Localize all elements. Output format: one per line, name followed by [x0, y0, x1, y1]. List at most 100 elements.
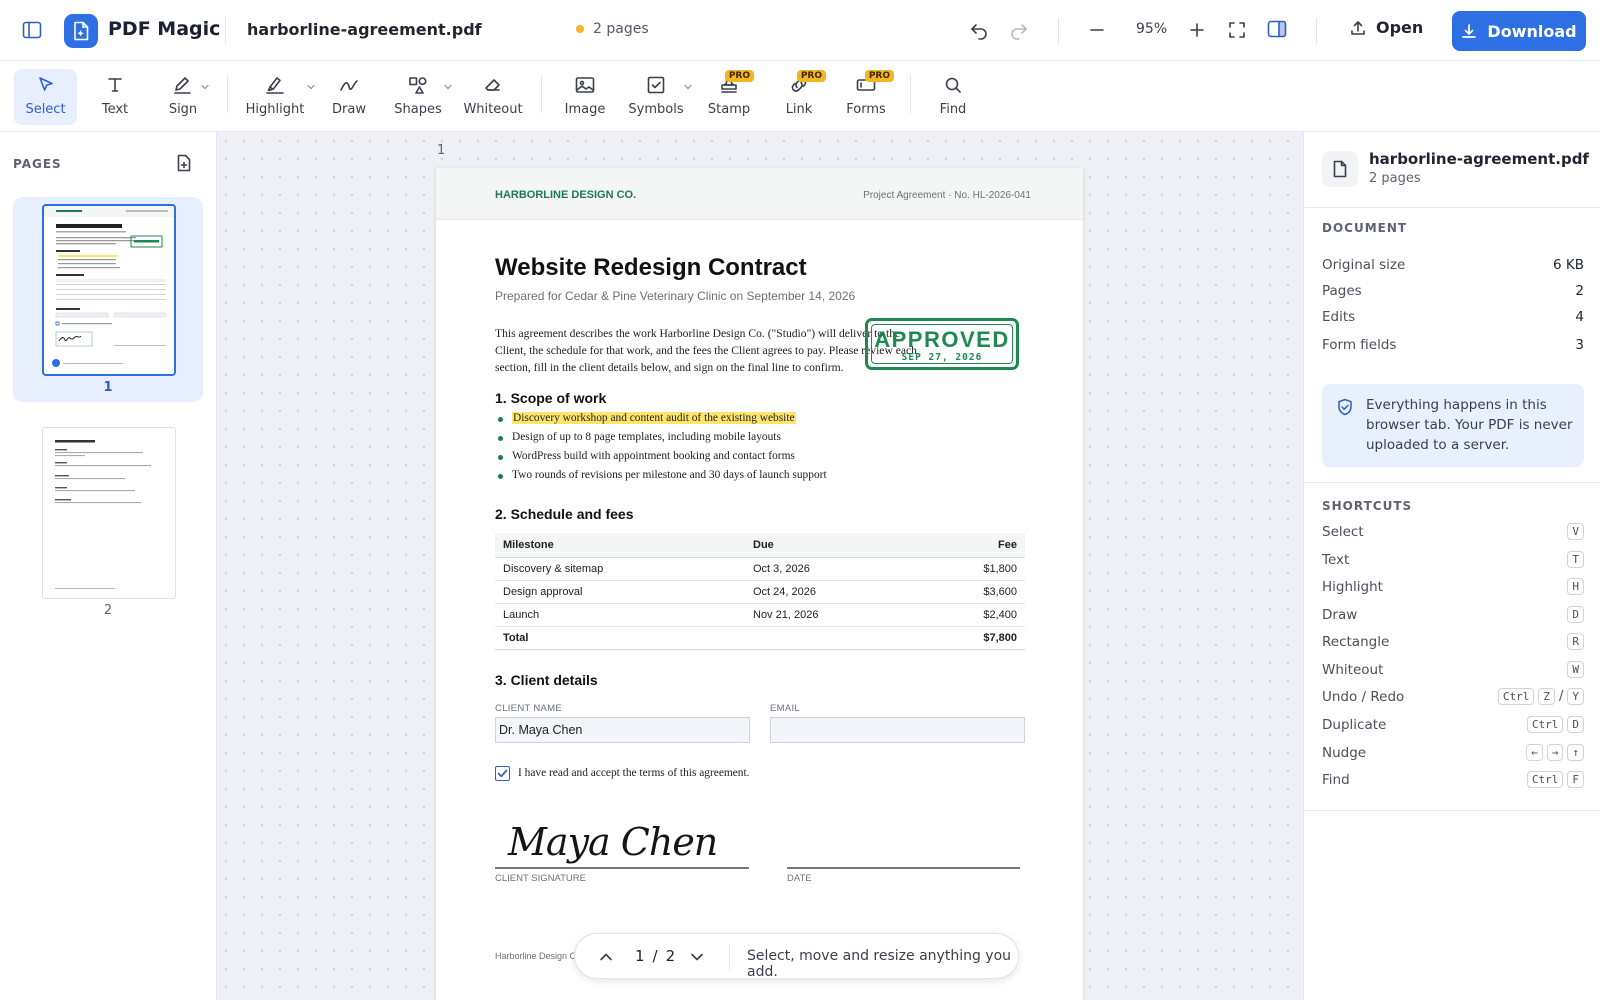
client-name-field[interactable]: Dr. Maya Chen [495, 717, 750, 743]
open-button[interactable]: Open [1350, 18, 1423, 37]
table-cell [745, 626, 915, 650]
table-cell: $7,800 [915, 626, 1025, 650]
shortcuts-heading: SHORTCUTS [1322, 499, 1413, 513]
key-cap: H [1567, 578, 1584, 595]
shortcut-label: Rectangle [1322, 633, 1390, 650]
chevron-down-icon[interactable] [683, 83, 693, 91]
tool-highlight[interactable]: Highlight [245, 69, 315, 125]
shortcut-row: Duplicate Ctrl D [1322, 716, 1584, 733]
chevron-down-icon[interactable] [688, 948, 706, 966]
panel-toggle-icon[interactable] [1267, 20, 1287, 38]
page-thumbnail-2[interactable] [42, 427, 176, 599]
list-item[interactable]: Discovery workshop and content audit of … [495, 409, 827, 428]
signature[interactable]: Maya Chen [508, 820, 718, 864]
accept-checkbox[interactable] [495, 766, 510, 781]
tool-label: Whiteout [463, 102, 523, 117]
tool-label: Highlight [245, 102, 305, 117]
shortcut-keys: V [1567, 523, 1584, 540]
sidebar-toggle-icon[interactable] [22, 21, 42, 39]
cursor-icon [36, 75, 56, 95]
shortcut-keys: W [1567, 661, 1584, 678]
page-indicator[interactable]: 1 / 2 [635, 947, 675, 965]
list-item[interactable]: Two rounds of revisions per milestone an… [495, 466, 827, 485]
section-heading[interactable]: 2. Schedule and fees [495, 506, 634, 522]
table-cell: Discovery & sitemap [495, 557, 745, 581]
shortcut-row: Nudge ← → ↑ [1322, 744, 1584, 761]
pro-badge: PRO [724, 70, 754, 82]
company-name: HARBORLINE DESIGN CO. [495, 189, 637, 201]
stat-row: Form fields 3 [1322, 337, 1584, 353]
document-canvas[interactable]: 1 HARBORLINE DESIGN CO. Project Agreemen… [217, 132, 1303, 1000]
undo-icon[interactable] [969, 20, 989, 40]
zoom-in-icon[interactable] [1188, 21, 1206, 39]
pdf-page[interactable]: HARBORLINE DESIGN CO. Project Agreement … [436, 168, 1083, 1000]
shortcut-keys: Ctrl D [1526, 716, 1584, 733]
tool-label: Stamp [707, 102, 751, 117]
table-total-row: Total $7,800 [495, 626, 1025, 650]
approved-stamp[interactable]: APPROVED SEP 27, 2026 [865, 318, 1019, 370]
tool-shapes[interactable]: Shapes [393, 69, 452, 125]
shortcut-label: Draw [1322, 606, 1358, 623]
chevron-down-icon[interactable] [306, 83, 316, 91]
project-meta: Project Agreement · No. HL-2026-041 [863, 190, 1031, 201]
page-thumbnail-1[interactable] [42, 204, 176, 376]
highlighted-text[interactable]: Discovery workshop and content audit of … [512, 412, 796, 424]
open-label: Open [1376, 18, 1424, 37]
download-label: Download [1487, 21, 1577, 41]
eraser-icon [482, 75, 504, 95]
shortcut-row: Text T [1322, 551, 1584, 568]
document-subtitle[interactable]: Prepared for Cedar & Pine Veterinary Cli… [495, 289, 855, 303]
table-row: Discovery & sitemap Oct 3, 2026 $1,800 [495, 557, 1025, 581]
table-cell: $2,400 [915, 603, 1025, 627]
date-line[interactable] [787, 867, 1020, 869]
chevron-down-icon[interactable] [443, 83, 453, 91]
table-header: Due [745, 533, 915, 558]
pro-badge: PRO [796, 70, 826, 82]
tool-symbols[interactable]: Symbols [628, 69, 692, 125]
email-field[interactable] [770, 717, 1025, 743]
signature-label: CLIENT SIGNATURE [495, 873, 586, 884]
tool-image[interactable]: Image [562, 69, 608, 125]
privacy-note-text: Everything happens in this browser tab. … [1366, 397, 1573, 453]
redo-icon[interactable] [1009, 20, 1029, 40]
checkbox-icon [645, 75, 667, 95]
list-item[interactable]: WordPress build with appointment booking… [495, 447, 827, 466]
highlighter-icon [264, 75, 286, 95]
tool-label: Shapes [394, 102, 442, 117]
text-t-icon [105, 75, 125, 95]
tool-link[interactable]: Link PRO [782, 69, 826, 125]
fullscreen-icon[interactable] [1228, 21, 1246, 39]
download-icon [1461, 23, 1477, 39]
shield-check-icon [1337, 398, 1353, 416]
upload-icon [1350, 20, 1366, 36]
key-cap: R [1567, 633, 1584, 650]
tool-text[interactable]: Text [90, 69, 140, 125]
section-heading[interactable]: 3. Client details [495, 672, 598, 688]
chevron-down-icon[interactable] [200, 83, 210, 91]
date-label: DATE [787, 873, 812, 884]
zoom-out-icon[interactable] [1088, 21, 1106, 39]
tool-select[interactable]: Select [14, 69, 77, 125]
shortcut-row: Highlight H [1322, 578, 1584, 595]
file-name[interactable]: harborline-agreement.pdf [247, 20, 482, 39]
zoom-level[interactable]: 95% [1136, 21, 1167, 37]
tool-sign[interactable]: Sign [160, 69, 209, 125]
pages-sidebar: PAGES 1 2 [0, 132, 217, 1000]
tool-find[interactable]: Find [937, 69, 969, 125]
pen-icon [172, 75, 194, 95]
document-title[interactable]: Website Redesign Contract [495, 254, 807, 282]
tool-stamp[interactable]: Stamp PRO [706, 69, 754, 125]
stat-label: Pages [1322, 283, 1362, 299]
list-item[interactable]: Design of up to 8 page templates, includ… [495, 428, 827, 447]
section-heading[interactable]: 1. Scope of work [495, 390, 606, 406]
logo-icon [64, 14, 98, 48]
shortcut-keys: Ctrl F [1526, 771, 1584, 788]
tool-draw[interactable]: Draw [330, 69, 368, 125]
tool-forms[interactable]: Forms PRO [846, 69, 894, 125]
add-page-icon[interactable] [176, 154, 192, 172]
download-button[interactable]: Download [1452, 11, 1586, 51]
chevron-up-icon[interactable] [597, 948, 615, 966]
key-separator: / [1558, 689, 1564, 704]
tool-whiteout[interactable]: Whiteout [462, 69, 524, 125]
privacy-note: Everything happens in this browser tab. … [1322, 384, 1584, 467]
